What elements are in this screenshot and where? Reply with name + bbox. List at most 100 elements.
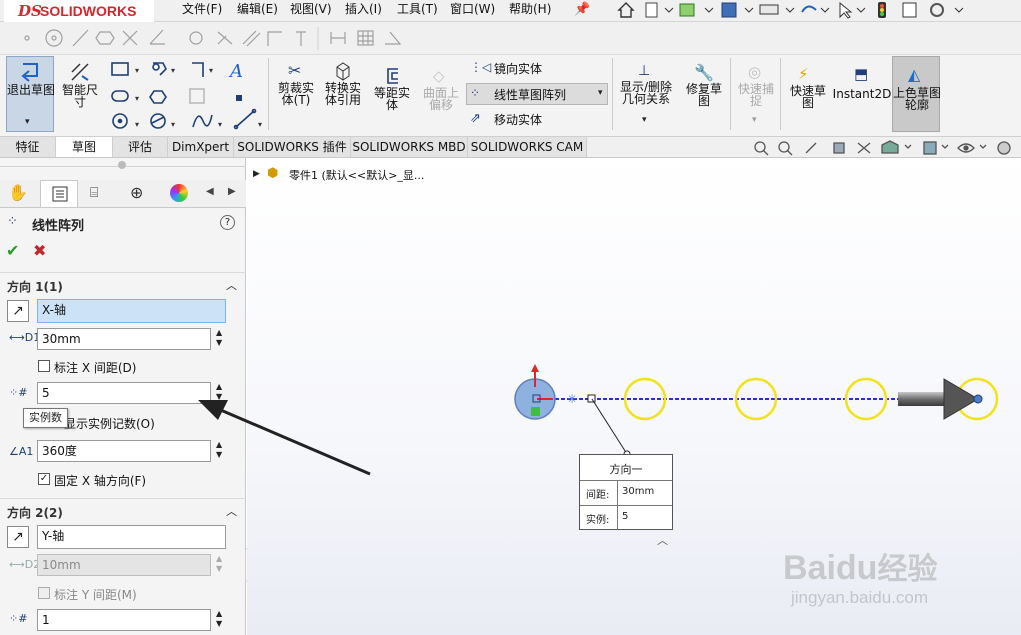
menu-help[interactable]: 帮助(H) xyxy=(509,0,551,16)
show-instance-count-label: 显示实例记数(O) xyxy=(64,417,155,431)
direction2-instances-field[interactable]: 1 xyxy=(37,609,211,631)
svg-text:▾: ▾ xyxy=(135,94,139,103)
menu-file[interactable]: 文件(F) xyxy=(182,0,222,16)
direction1-instances-field[interactable]: 5 xyxy=(37,382,211,404)
reverse-direction1-icon[interactable]: ↗ xyxy=(7,300,29,322)
display-manager-tab-icon[interactable] xyxy=(170,184,188,202)
scroll-right-icon[interactable]: ▶ xyxy=(228,186,236,197)
menu-tools[interactable]: 工具(T) xyxy=(397,0,438,16)
tab-solidworks-addins[interactable]: SOLIDWORKS 插件 xyxy=(234,137,351,157)
command-manager-ribbon: 退出草图 ▾ 智能尺寸 ▾ ▾ ▾ ▾ ▾ ▾ ▾ ▾ A ✂ 剪裁实体(T) … xyxy=(0,55,1021,137)
exit-sketch-button[interactable]: 退出草图 ▾ xyxy=(6,56,55,132)
menu-insert[interactable]: 插入(I) xyxy=(345,0,382,16)
watermark-url: jingyan.baidu.com xyxy=(791,588,929,607)
menu-view[interactable]: 视图(V) xyxy=(290,0,332,16)
pin-icon[interactable]: 📌 xyxy=(574,2,590,17)
cancel-x-icon[interactable]: ✖ xyxy=(33,241,46,260)
wrench-icon: 🔧 xyxy=(694,63,714,82)
spacing-d2-icon: ⟷D2 xyxy=(9,558,41,571)
move-icon: ⇗ xyxy=(470,111,481,126)
callout-collapse-icon[interactable]: ︿ xyxy=(657,532,668,548)
sketch-tool-icons[interactable] xyxy=(0,22,420,55)
scroll-left-icon[interactable]: ◀ xyxy=(206,186,214,197)
instant2d-icon: ⬒ xyxy=(854,65,869,83)
collapse-direction1-icon[interactable]: ︿ xyxy=(226,277,237,293)
direction1-spacing-spinner[interactable]: ▲ ▼ xyxy=(216,328,226,350)
rapid-sketch-button[interactable]: ⚡ 快速草图 xyxy=(786,65,830,125)
direction2-instances-spinner[interactable]: ▲ ▼ xyxy=(216,609,226,631)
annotation-arrow xyxy=(198,400,371,476)
linear-sketch-pattern-button[interactable]: ⁘ 线性草图阵列 ▾ xyxy=(466,83,608,105)
chevron-down-icon[interactable]: ▾ xyxy=(25,117,30,127)
callout-spacing-value[interactable]: 30mm xyxy=(622,486,654,497)
help-icon[interactable]: ? xyxy=(220,215,235,230)
move-entities-button[interactable]: ⇗ 移动实体 xyxy=(467,111,607,129)
feature-manager-tab-icon[interactable]: ✋ xyxy=(8,183,30,205)
cube-icon xyxy=(336,62,350,81)
title-bar: DS SOLIDWORKS 文件(F) 编辑(E) 视图(V) 插入(I) 工具… xyxy=(0,0,1021,22)
svg-text:▾: ▾ xyxy=(135,66,139,75)
tab-dimxpert[interactable]: DimXpert xyxy=(168,137,234,157)
exit-sketch-icon xyxy=(21,63,38,82)
linear-pattern-title-icon: ⁘ xyxy=(7,214,18,229)
linear-pattern-icon: ⁘ xyxy=(470,86,481,100)
shaded-sketch-contours-button[interactable]: ◭ 上色草图轮廓 xyxy=(892,56,941,132)
callout-instances-label: 实例: xyxy=(586,515,610,526)
fix-x-direction-label: 固定 X 轴方向(F) xyxy=(54,474,147,488)
svg-text:▾: ▾ xyxy=(171,120,175,129)
callout-spacing-label: 间距: xyxy=(586,490,610,501)
menu-edit[interactable]: 编辑(E) xyxy=(237,0,278,16)
direction1-heading: 方向 1(1) xyxy=(7,280,63,294)
quick-snaps-button[interactable]: ◎ 快速捕捉 ▾ xyxy=(734,63,778,127)
callout-title: 方向一 xyxy=(609,463,643,476)
svg-text:✳: ✳ xyxy=(567,392,577,406)
chevron-down-icon[interactable]: ▾ xyxy=(598,88,603,98)
fix-x-direction-checkbox[interactable]: ✓ xyxy=(38,473,50,485)
svg-text:A: A xyxy=(228,61,243,82)
ok-check-icon[interactable]: ✔ xyxy=(6,241,19,260)
configuration-manager-tab-icon[interactable]: ⌸ xyxy=(90,185,98,201)
offset-on-surface-button[interactable]: ◇ 曲面上偏移 xyxy=(419,67,463,127)
repair-sketch-button[interactable]: 🔧 修复草图 xyxy=(682,63,726,127)
offset-entities-button[interactable]: 等距实体 xyxy=(370,67,414,127)
tab-solidworks-cam[interactable]: SOLIDWORKS CAM xyxy=(468,137,587,157)
rapid-sketch-icon: ⚡ xyxy=(798,65,809,83)
pattern-callout[interactable]: 方向一 间距: 30mm 实例: 5 xyxy=(579,454,673,530)
instant2d-button[interactable]: ⬒ Instant2D xyxy=(832,65,892,125)
direction2-axis-field[interactable]: Y-轴 xyxy=(37,525,226,549)
trim-entities-button[interactable]: ✂ 剪裁实体(T) xyxy=(274,61,318,127)
smart-dimension-button[interactable]: 智能尺寸 xyxy=(58,58,102,128)
tab-evaluate[interactable]: 评估 xyxy=(113,137,168,157)
tab-features[interactable]: 特征 xyxy=(0,137,56,157)
convert-entities-button[interactable]: 转换实体引用 xyxy=(320,61,366,127)
dim-x-spacing-checkbox[interactable] xyxy=(38,360,50,372)
reverse-direction2-icon[interactable]: ↗ xyxy=(7,526,29,548)
direction1-angle-field[interactable]: 360度 xyxy=(37,440,211,462)
splitter-handle[interactable] xyxy=(118,161,126,169)
heads-up-view-toolbar[interactable] xyxy=(748,139,1020,157)
mirror-entities-button[interactable]: ⋮◁ 镜向实体 xyxy=(467,60,607,78)
collapse-direction2-icon[interactable]: ︿ xyxy=(226,503,237,519)
direction1-axis-field[interactable]: X-轴 xyxy=(37,299,226,323)
direction2-heading: 方向 2(2) xyxy=(7,506,63,520)
quick-access-toolbar[interactable] xyxy=(610,0,970,20)
sketch-entities-grid[interactable]: ▾ ▾ ▾ ▾ ▾ ▾ ▾ ▾ A xyxy=(108,59,264,131)
property-manager-tab[interactable] xyxy=(40,180,78,207)
dimxpert-tab-icon[interactable]: ⊕ xyxy=(130,183,143,202)
tab-sketch[interactable]: 草图 xyxy=(56,137,113,157)
chevron-down-icon[interactable]: ▾ xyxy=(752,115,757,125)
direction2-spacing-field: 10mm xyxy=(37,554,211,576)
direction1-spacing-field[interactable]: 30mm xyxy=(37,328,211,350)
instance-count-tooltip: 实例数 xyxy=(23,408,68,428)
offset-icon xyxy=(387,68,398,84)
chevron-down-icon[interactable]: ▾ xyxy=(642,115,647,125)
tab-solidworks-mbd[interactable]: SOLIDWORKS MBD xyxy=(351,137,468,157)
relations-icon: ⊥ xyxy=(638,63,651,79)
sketch-toolbar-row xyxy=(0,22,1021,55)
show-delete-relations-button[interactable]: ⊥ 显示/删除几何关系 ▾ xyxy=(616,63,676,127)
svg-text:▾: ▾ xyxy=(209,66,213,75)
callout-instances-value[interactable]: 5 xyxy=(622,511,628,522)
menu-window[interactable]: 窗口(W) xyxy=(450,0,495,16)
shaded-contour-icon: ◭ xyxy=(908,65,921,84)
mirror-icon: ⋮◁ xyxy=(470,60,492,74)
